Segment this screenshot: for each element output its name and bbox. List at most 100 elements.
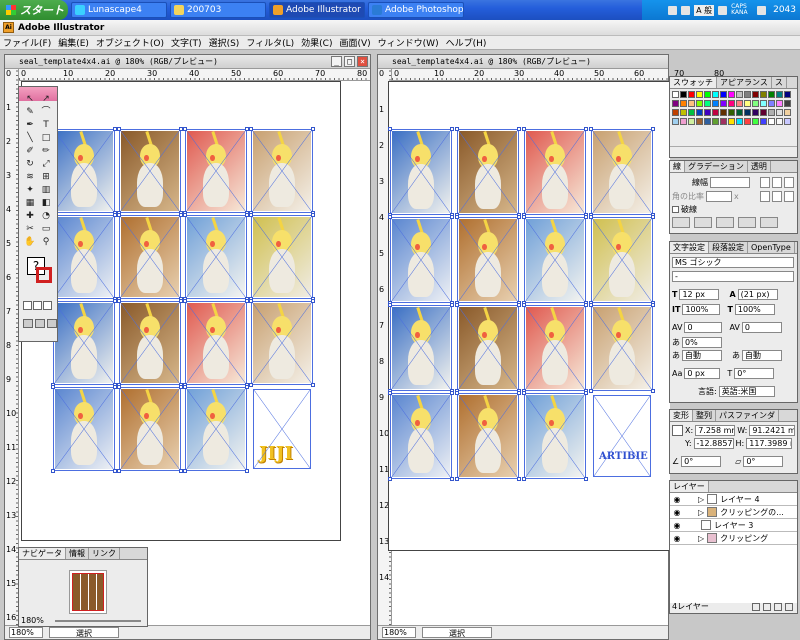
color-swatch[interactable] (768, 118, 775, 125)
pen-tool-icon[interactable]: ✒ (23, 119, 37, 132)
selection-handle[interactable] (311, 127, 315, 131)
menu-effect[interactable]: 効果(C) (301, 36, 332, 49)
gradient-mode-icon[interactable] (33, 301, 42, 310)
screen-mode-standard-icon[interactable] (23, 319, 33, 328)
join-round-icon[interactable] (772, 191, 782, 202)
pencil-icon[interactable]: ✏ (39, 145, 53, 158)
zoom-field[interactable]: 180% (382, 627, 416, 638)
color-swatch[interactable] (744, 118, 751, 125)
menu-view[interactable]: 画面(V) (339, 36, 370, 49)
color-swatch[interactable] (744, 91, 751, 98)
selection-handle[interactable] (522, 127, 526, 131)
new-layer-icon[interactable] (774, 603, 782, 611)
tab-navigator[interactable]: ナビゲータ (19, 548, 66, 559)
color-swatch[interactable] (784, 109, 791, 116)
selection-handle[interactable] (522, 303, 526, 307)
color-swatch[interactable] (688, 100, 695, 107)
photo-tile[interactable] (121, 389, 179, 469)
miter-limit-field[interactable] (706, 191, 732, 202)
gap-field[interactable] (738, 217, 756, 228)
menu-select[interactable]: 選択(S) (209, 36, 240, 49)
visibility-eye-icon[interactable]: ◉ (672, 495, 682, 504)
selection-handle[interactable] (455, 303, 459, 307)
blend-tool-icon[interactable]: ◔ (39, 210, 53, 223)
selection-handle[interactable] (311, 383, 315, 387)
tab-opentype[interactable]: OpenType (748, 242, 795, 253)
dash-field[interactable] (672, 217, 690, 228)
color-swatch[interactable] (680, 109, 687, 116)
selection-handle[interactable] (249, 127, 253, 131)
selection-handle[interactable] (388, 303, 392, 307)
photo-tile[interactable] (459, 395, 517, 477)
photo-tile[interactable] (459, 219, 517, 301)
selection-handle[interactable] (183, 469, 187, 473)
color-swatch[interactable] (736, 109, 743, 116)
tab-pathfinder[interactable]: パスファインダ (716, 410, 779, 421)
selection-handle[interactable] (584, 303, 588, 307)
color-swatch[interactable] (704, 109, 711, 116)
none-mode-icon[interactable] (43, 301, 52, 310)
color-swatch[interactable] (752, 91, 759, 98)
color-swatch[interactable] (784, 100, 791, 107)
screen-mode-menu-icon[interactable] (35, 319, 45, 328)
selection-handle[interactable] (311, 213, 315, 217)
color-swatch[interactable] (704, 100, 711, 107)
color-swatch[interactable] (704, 91, 711, 98)
status-field[interactable]: 選択 (422, 627, 492, 638)
color-swatch[interactable] (672, 91, 679, 98)
paintbrush-icon[interactable]: ✐ (23, 145, 37, 158)
magic-wand-icon[interactable]: ✎ (23, 106, 37, 119)
selection-handle[interactable] (517, 477, 521, 481)
selection-handle[interactable] (249, 213, 253, 217)
photo-tile[interactable] (459, 307, 517, 389)
selection-handle[interactable] (117, 213, 121, 217)
selection-handle[interactable] (651, 215, 655, 219)
navigator-zoom[interactable]: 180% (21, 616, 44, 625)
photo-tile[interactable] (392, 307, 450, 389)
selection-handle[interactable] (589, 303, 593, 307)
color-swatch[interactable] (760, 91, 767, 98)
make-clipping-mask-icon[interactable] (752, 603, 760, 611)
selection-handle[interactable] (183, 213, 187, 217)
font-style-select[interactable]: - (672, 271, 794, 282)
tab-swatches[interactable]: スウォッチ (670, 77, 717, 88)
color-swatch[interactable] (720, 100, 727, 107)
selection-handle[interactable] (517, 215, 521, 219)
tab-gradient[interactable]: グラデーション (685, 161, 748, 172)
selection-handle[interactable] (117, 385, 121, 389)
color-swatch[interactable] (744, 109, 751, 116)
tab-appearance[interactable]: アピアランス (717, 77, 772, 88)
selection-handle[interactable] (522, 215, 526, 219)
photo-tile[interactable] (526, 131, 584, 213)
color-swatch[interactable] (784, 91, 791, 98)
selection-handle[interactable] (388, 477, 392, 481)
h-field[interactable]: 117.3989 mm (746, 438, 793, 449)
color-swatch[interactable] (688, 109, 695, 116)
selection-handle[interactable] (455, 215, 459, 219)
photo-tile[interactable] (253, 131, 311, 211)
warp-tool-icon[interactable]: ≋ (23, 171, 37, 184)
color-swatch[interactable] (712, 109, 719, 116)
dash-checkbox[interactable] (672, 206, 679, 213)
delete-layer-icon[interactable] (785, 603, 793, 611)
scale-tool-icon[interactable]: ⤢ (39, 158, 53, 171)
color-swatch[interactable] (776, 118, 783, 125)
selection-tool-icon[interactable]: ↖ (23, 93, 37, 106)
color-swatch[interactable] (688, 118, 695, 125)
color-swatch[interactable] (736, 118, 743, 125)
selection-handle[interactable] (584, 127, 588, 131)
selection-handle[interactable] (249, 299, 253, 303)
color-swatch[interactable] (752, 118, 759, 125)
selection-handle[interactable] (117, 469, 121, 473)
selection-handle[interactable] (245, 469, 249, 473)
color-swatch[interactable] (712, 91, 719, 98)
start-button[interactable]: スタート (0, 0, 68, 20)
layer-row[interactable]: ◉ ▷ クリッピングの... (670, 506, 797, 519)
photo-tile[interactable] (253, 303, 311, 383)
zoom-tool-icon[interactable]: ⚲ (39, 236, 53, 249)
taskbar-button-photoshop[interactable]: Adobe Photoshop (368, 2, 464, 18)
expand-arrow-icon[interactable]: ▷ (698, 508, 704, 517)
selection-handle[interactable] (455, 477, 459, 481)
layer-row[interactable]: ◉ ▷ クリッピング (670, 532, 797, 545)
visibility-eye-icon[interactable]: ◉ (672, 521, 682, 530)
